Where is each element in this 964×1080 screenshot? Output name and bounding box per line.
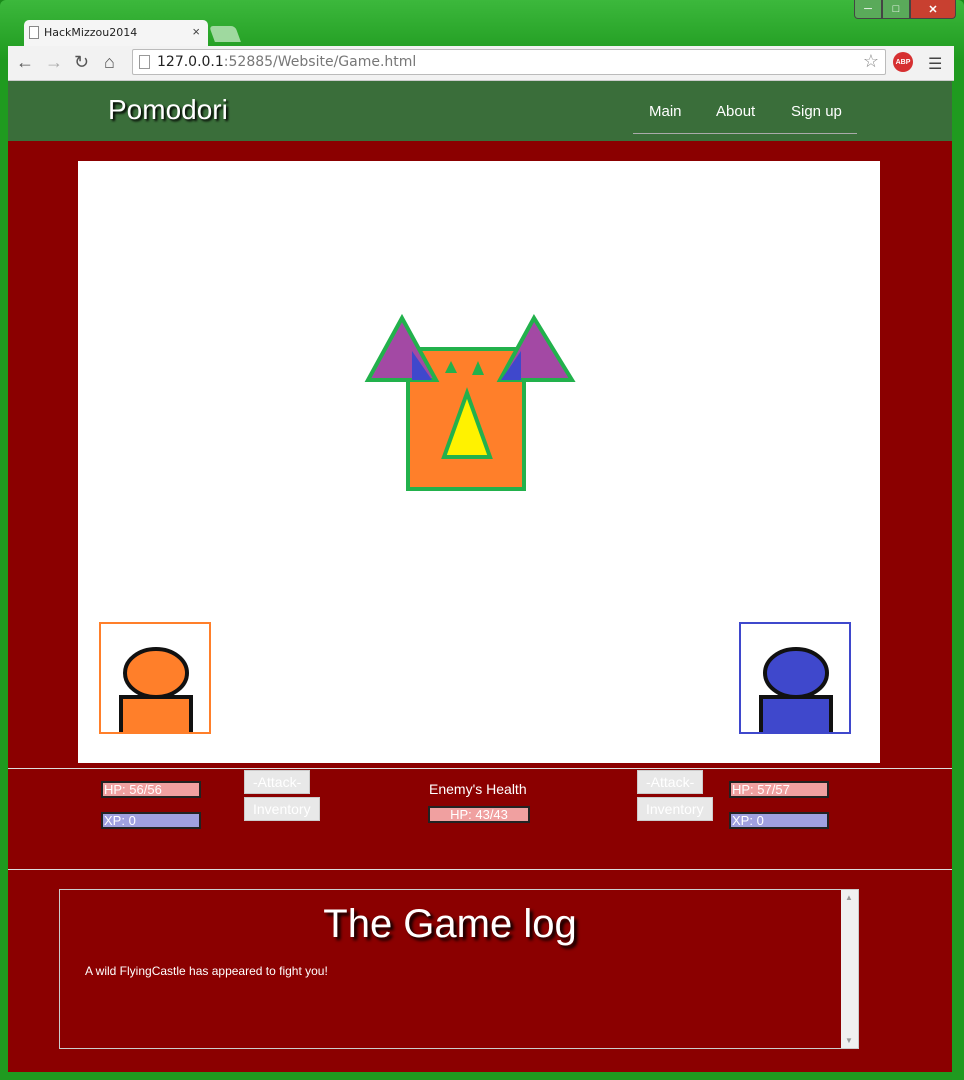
maximize-icon[interactable]: □ [882,0,910,19]
log-scrollbar[interactable]: ▲ ▼ [841,890,858,1048]
page-icon [139,55,150,69]
nav-about-link[interactable]: About [716,103,755,120]
page-viewport: Pomodori Main About Sign up HP: 56/56 XP… [8,81,952,1072]
address-bar[interactable]: 127.0.0.1:52885/Website/Game.html ☆ [132,49,886,75]
battle-hud: HP: 56/56 XP: 0 -Attack- Inventory Enemy… [8,768,952,870]
window-controls: ─ □ ✕ [854,0,956,19]
player2-attack-button[interactable]: -Attack- [637,770,704,794]
url-text: 127.0.0.1:52885/Website/Game.html [157,54,417,70]
minimize-icon[interactable]: ─ [854,0,882,19]
forward-icon[interactable]: → [45,52,63,73]
browser-toolbar: ← → ↻ ⌂ 127.0.0.1:52885/Website/Game.htm… [8,46,954,81]
game-log-title: The Game log [323,902,577,946]
player1-hp-bar: HP: 56/56 [101,781,201,798]
bookmark-star-icon[interactable]: ☆ [863,51,879,72]
player2-hp-bar: HP: 57/57 [729,781,829,798]
game-canvas[interactable] [78,161,880,763]
site-brand[interactable]: Pomodori [108,94,228,126]
player1-inventory-button[interactable]: Inventory [244,797,320,821]
enemy-health-label: Enemy's Health [429,781,527,797]
player1-portrait [99,622,211,739]
browser-tab[interactable]: HackMizzou2014 × [24,20,208,46]
back-icon[interactable]: ← [16,52,34,73]
close-window-icon[interactable]: ✕ [910,0,956,19]
log-entry: A wild FlyingCastle has appeared to figh… [85,964,328,978]
scroll-down-icon[interactable]: ▼ [845,1036,853,1045]
reload-icon[interactable]: ↻ [74,52,89,73]
home-icon[interactable]: ⌂ [104,52,115,73]
page-icon [29,26,39,39]
player1-attack-button[interactable]: -Attack- [244,770,311,794]
game-log[interactable]: The Game log A wild FlyingCastle has app… [59,889,859,1049]
close-tab-icon[interactable]: × [192,24,200,39]
player2-inventory-button[interactable]: Inventory [637,797,713,821]
browser-window: HackMizzou2014 × ─ □ ✕ ← → ↻ ⌂ 127.0.0.1… [0,0,964,1080]
tab-title: HackMizzou2014 [44,26,138,39]
adblock-icon[interactable]: ABP [893,52,913,72]
menu-icon[interactable]: ☰ [928,54,942,74]
site-navbar: Pomodori Main About Sign up [8,81,952,141]
enemy-hp-bar: HP: 43/43 [428,806,530,823]
nav-main-link[interactable]: Main [649,103,682,120]
nav-links: Main About Sign up [633,93,857,134]
player1-xp-bar: XP: 0 [101,812,201,829]
player2-portrait [739,622,851,739]
scroll-up-icon[interactable]: ▲ [845,893,853,902]
new-tab-button[interactable] [209,26,241,42]
nav-signup-link[interactable]: Sign up [791,103,842,120]
player2-xp-bar: XP: 0 [729,812,829,829]
